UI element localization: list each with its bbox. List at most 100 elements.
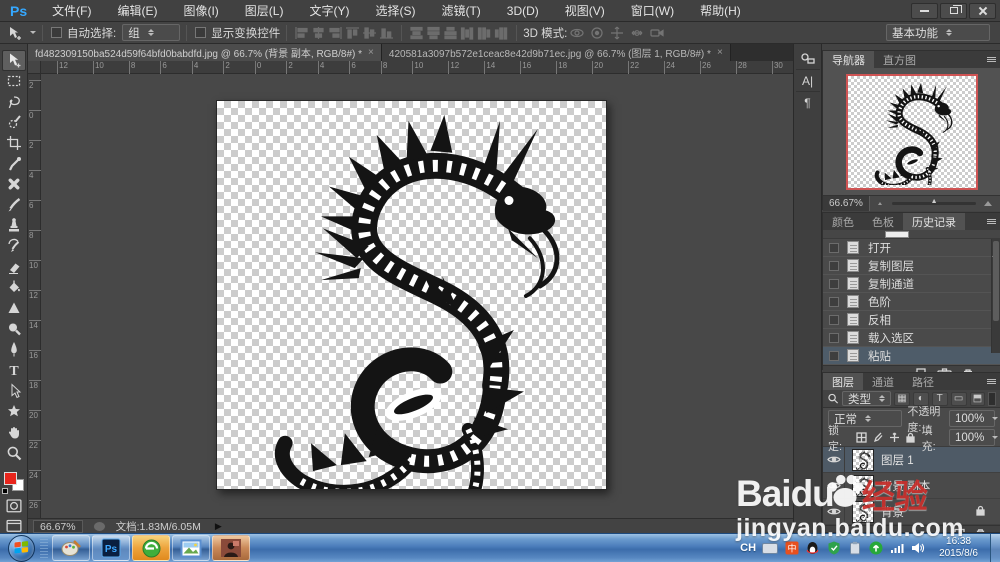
language-indicator[interactable]: CH <box>740 542 756 554</box>
3d-roll-icon[interactable] <box>589 26 605 40</box>
distribute-center-icon[interactable] <box>477 26 492 40</box>
eraser-tool[interactable] <box>2 256 26 277</box>
tray-update-icon[interactable] <box>868 541 883 556</box>
history-step-open[interactable]: 打开 <box>823 239 1000 257</box>
align-bottom-icon[interactable] <box>379 26 394 40</box>
stamp-tool[interactable] <box>2 215 26 236</box>
start-button[interactable] <box>8 534 35 562</box>
menu-image[interactable]: 图像(I) <box>170 2 231 19</box>
lock-all-icon[interactable] <box>905 432 917 444</box>
distribute-right-icon[interactable] <box>494 26 509 40</box>
foreground-color-swatch[interactable] <box>3 471 17 485</box>
move-tool[interactable] <box>1 50 26 71</box>
dodge-tool[interactable] <box>2 318 26 339</box>
lock-transparency-icon[interactable] <box>855 432 867 444</box>
document-canvas[interactable] <box>216 100 607 490</box>
history-source-checkbox[interactable] <box>829 260 839 271</box>
menu-filter[interactable]: 滤镜(T) <box>428 2 493 19</box>
history-step-levels[interactable]: 色阶 <box>823 293 1000 311</box>
navigator-zoom-field[interactable]: 66.67% <box>823 196 870 211</box>
eyedropper-tool[interactable] <box>2 153 26 174</box>
crop-tool[interactable] <box>2 133 26 154</box>
menu-file[interactable]: 文件(F) <box>39 2 104 19</box>
zoom-in-icon[interactable] <box>984 201 992 206</box>
doc-tab-1[interactable]: fd482309150ba524d59f64bfd0babdfd.jpg @ 6… <box>28 44 382 61</box>
lock-pixels-icon[interactable] <box>872 432 884 444</box>
tab-color[interactable]: 颜色 <box>823 213 863 230</box>
workspace-switcher[interactable]: 基本功能 <box>886 24 990 41</box>
smart-filter-icon[interactable]: ⬒ <box>969 391 986 406</box>
layer-name[interactable]: 图层 1 <box>881 452 914 468</box>
layer-name[interactable]: 背景 <box>881 504 904 520</box>
visibility-toggle[interactable] <box>823 473 845 498</box>
path-select-tool[interactable] <box>2 380 26 401</box>
tray-qq-icon[interactable] <box>805 541 820 556</box>
healing-tool[interactable] <box>2 174 26 195</box>
zoom-level-field[interactable]: 66.67% <box>33 519 83 533</box>
menu-type[interactable]: 文字(Y) <box>296 2 362 19</box>
layer-thumbnail[interactable] <box>852 500 874 523</box>
panel-menu-icon[interactable] <box>982 51 1000 68</box>
menu-layer[interactable]: 图层(L) <box>232 2 297 19</box>
navigator-preview[interactable] <box>845 73 978 190</box>
filter-type-select[interactable]: 类型 <box>842 391 892 406</box>
bucket-tool[interactable] <box>2 277 26 298</box>
minimize-button[interactable] <box>911 2 938 19</box>
tray-shield-icon[interactable] <box>826 541 841 556</box>
tab-channels[interactable]: 通道 <box>863 373 903 390</box>
opacity-select[interactable]: 100% <box>949 410 999 427</box>
history-source-checkbox[interactable] <box>829 350 839 361</box>
history-source-checkbox[interactable] <box>829 242 839 253</box>
tab-close-icon[interactable]: × <box>368 47 374 58</box>
restore-button[interactable] <box>940 2 967 19</box>
history-source-checkbox[interactable] <box>829 332 839 343</box>
taskbar-paint[interactable] <box>52 535 90 561</box>
navigator-zoom-slider[interactable]: ▲ <box>891 198 976 205</box>
tool-preset-dropdown-icon[interactable] <box>30 31 36 34</box>
layer-name[interactable]: 背景 副本 <box>881 478 930 494</box>
lasso-tool[interactable] <box>2 91 26 112</box>
align-middle-icon[interactable] <box>362 26 377 40</box>
screen-mode-icon[interactable] <box>5 519 23 533</box>
panel-menu-icon[interactable] <box>982 373 1000 390</box>
taskbar-photos-app[interactable] <box>212 535 250 561</box>
tray-volume-icon[interactable] <box>910 541 925 556</box>
layer-row-3[interactable]: 背景 <box>823 499 1000 525</box>
taskbar-clock[interactable]: 16:38 2015/8/6 <box>939 536 978 560</box>
menu-help[interactable]: 帮助(H) <box>687 2 754 19</box>
3d-slide-icon[interactable] <box>629 26 645 40</box>
distribute-top-icon[interactable] <box>409 26 424 40</box>
lock-position-icon[interactable] <box>888 432 900 444</box>
3d-camera-icon[interactable] <box>649 26 665 40</box>
distribute-bottom-icon[interactable] <box>443 26 458 40</box>
visibility-toggle[interactable] <box>823 499 845 524</box>
type-tool[interactable]: T <box>2 360 26 381</box>
quick-mask-icon[interactable] <box>5 499 23 513</box>
tab-histogram[interactable]: 直方图 <box>874 51 925 68</box>
tray-ime-icon[interactable]: 中 <box>784 541 799 556</box>
tab-navigator[interactable]: 导航器 <box>823 51 874 68</box>
menu-edit[interactable]: 编辑(E) <box>104 2 170 19</box>
zoom-out-icon[interactable] <box>877 202 882 205</box>
auto-select-target-select[interactable]: 组 <box>122 24 181 41</box>
blur-tool[interactable] <box>2 298 26 319</box>
fill-select[interactable]: 100% <box>949 429 999 446</box>
history-step-invert[interactable]: 反相 <box>823 311 1000 329</box>
shape-tool[interactable] <box>2 401 26 422</box>
quick-select-tool[interactable] <box>2 112 26 133</box>
layer-row-2[interactable]: 背景 副本 <box>823 473 1000 499</box>
status-popup-arrow-icon[interactable]: ▶ <box>215 521 222 532</box>
taskbar-browser[interactable] <box>132 535 170 561</box>
paragraph-panel-button[interactable]: ¶ <box>796 92 820 114</box>
pen-tool[interactable] <box>2 339 26 360</box>
show-transform-checkbox[interactable] <box>195 27 207 38</box>
menu-window[interactable]: 窗口(W) <box>618 2 687 19</box>
menu-select[interactable]: 选择(S) <box>362 2 428 19</box>
history-source-checkbox[interactable] <box>829 314 839 325</box>
layer-thumbnail[interactable] <box>852 448 874 471</box>
3d-drag-icon[interactable] <box>609 26 625 40</box>
tab-close-icon[interactable]: × <box>717 47 723 58</box>
brush-tool[interactable] <box>2 195 26 216</box>
distribute-middle-icon[interactable] <box>426 26 441 40</box>
tray-clipboard-icon[interactable] <box>847 541 862 556</box>
